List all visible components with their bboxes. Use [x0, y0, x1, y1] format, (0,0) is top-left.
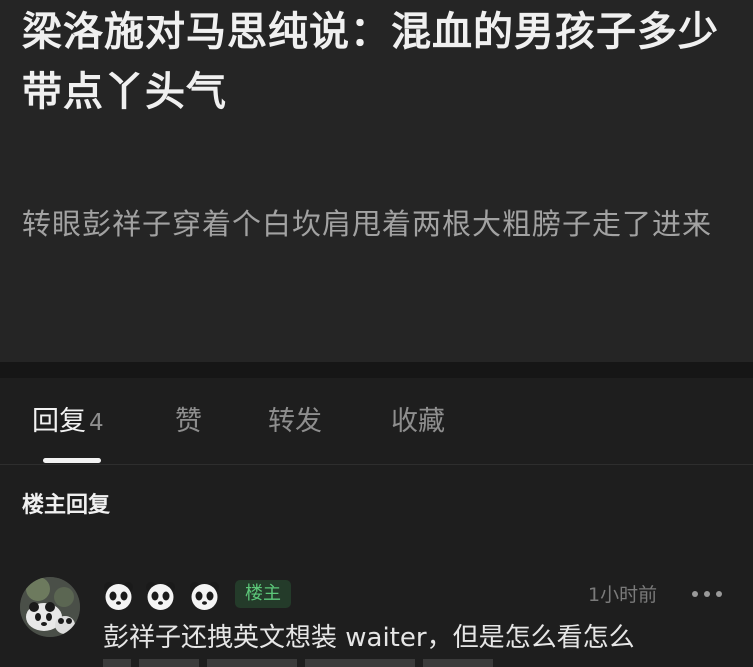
reply-item: 楼主 1小时前 彭祥子还拽英文想装 waiter，但是怎么看怎么 — [0, 570, 753, 667]
tab-reposts[interactable]: 转发 — [268, 404, 322, 440]
tab-bar: 回复 4 赞 转发 收藏 — [0, 378, 753, 465]
tab-likes[interactable]: 赞 — [175, 404, 202, 440]
active-tab-indicator — [43, 458, 101, 463]
section-divider — [0, 362, 753, 378]
tab-replies-count: 4 — [89, 410, 104, 436]
tab-likes-label: 赞 — [175, 406, 202, 437]
post-body: 转眼彭祥子穿着个白坎肩甩着两根大粗膀子走了进来 — [22, 207, 713, 241]
tab-favorites-label: 收藏 — [391, 406, 445, 437]
tab-replies[interactable]: 回复 4 — [32, 404, 104, 441]
reply-timestamp: 1小时前 — [588, 584, 658, 606]
tab-reposts-label: 转发 — [268, 406, 322, 437]
tab-replies-label: 回复 — [32, 406, 86, 437]
tab-favorites[interactable]: 收藏 — [391, 404, 445, 440]
reply-text: 彭祥子还拽英文想装 waiter，但是怎么看怎么 — [103, 623, 635, 653]
panda-avatar-icon — [20, 577, 80, 637]
post-card: 梁洛施对马思纯说：混血的男孩子多少带点丫头气 转眼彭祥子穿着个白坎肩甩着两根大粗… — [0, 0, 753, 362]
panda-icon — [146, 582, 175, 610]
reply-text-cutoff — [103, 659, 743, 667]
owner-replies-heading: 楼主回复 — [22, 493, 111, 518]
owner-badge: 楼主 — [235, 580, 291, 608]
panda-icon — [104, 582, 133, 610]
more-options-icon[interactable] — [690, 578, 724, 608]
avatar[interactable] — [20, 577, 80, 637]
panda-icon — [190, 582, 219, 610]
post-title: 梁洛施对马思纯说：混血的男孩子多少带点丫头气 — [22, 9, 719, 115]
